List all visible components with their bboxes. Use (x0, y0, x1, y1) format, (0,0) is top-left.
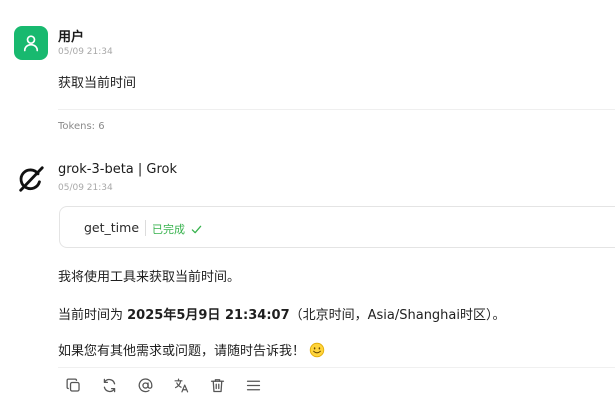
translate-icon (174, 378, 188, 392)
user-icon (23, 35, 39, 52)
copy-icon (65, 377, 80, 392)
regenerate-button[interactable] (100, 376, 118, 394)
tool-call-card[interactable]: get_time 已完成 (59, 206, 615, 248)
tool-separator (145, 220, 146, 236)
response-paragraph-2: 当前时间为 2025年5月9日 21:34:07（北京时间，Asia/Shang… (58, 304, 506, 323)
user-message-text: 获取当前时间 (58, 76, 137, 91)
delete-icon (210, 378, 224, 392)
time-suffix: （北京时间，Asia/Shanghai时区）。 (289, 308, 506, 323)
grok-avatar (14, 162, 48, 196)
delete-button[interactable] (208, 376, 226, 394)
menu-icon (246, 380, 260, 390)
mention-button[interactable] (136, 376, 154, 394)
refresh-icon (103, 378, 115, 392)
response-paragraph-3: 如果您有其他需求或问题，请随时告诉我！ (58, 340, 325, 359)
action-divider (58, 367, 615, 368)
message-actions (64, 376, 262, 394)
message-divider (58, 109, 615, 110)
model-name: grok-3-beta | Grok (58, 162, 178, 177)
response-paragraph-1: 我将使用工具来获取当前时间。 (58, 270, 241, 285)
time-value: 2025年5月9日 21:34:07 (127, 308, 290, 323)
time-prefix: 当前时间为 (58, 308, 128, 323)
user-name: 用户 (58, 30, 85, 45)
assistant-message-time: 05/09 21:34 (58, 183, 113, 193)
tool-name: get_time (84, 220, 140, 235)
more-button[interactable] (244, 376, 262, 394)
at-icon (138, 377, 152, 392)
user-avatar (14, 26, 48, 60)
tool-status-label: 已完成 (152, 223, 185, 236)
chat-page: 用户 05/09 21:34 获取当前时间 Tokens: 6 grok-3-b… (0, 0, 615, 416)
check-icon (191, 225, 202, 233)
grok-logo-icon (19, 166, 44, 192)
smile-emoji-icon (309, 342, 325, 358)
user-message-time: 05/09 21:34 (58, 47, 113, 57)
response-paragraph-3-text: 如果您有其他需求或问题，请随时告诉我！ (58, 344, 306, 359)
token-count: Tokens: 6 (58, 121, 105, 132)
copy-button[interactable] (64, 376, 82, 394)
tool-status: 已完成 (152, 221, 202, 237)
translate-button[interactable] (172, 376, 190, 394)
